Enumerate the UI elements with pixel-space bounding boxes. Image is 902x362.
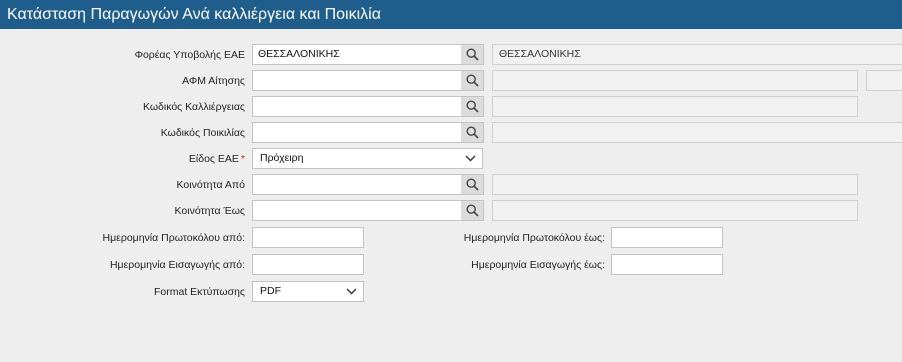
- community-from-label: Κοινότητα Από: [176, 179, 245, 191]
- search-icon: [465, 126, 479, 139]
- community-to-search-button[interactable]: [461, 200, 484, 221]
- applicant-afm-label: ΑΦΜ Αίτησης: [182, 75, 245, 87]
- community-to-label: Κοινότητα Έως: [174, 205, 245, 217]
- crop-code-label: Κωδικός Καλλιέργειας: [142, 101, 245, 113]
- submitting-body-input[interactable]: ΘΕΣΣΑΛΟΝΙΚΗΣ: [252, 44, 462, 65]
- eae-type-label: Είδος ΕΑΕ *: [188, 153, 245, 165]
- community-to-input[interactable]: [252, 200, 462, 221]
- community-from-input[interactable]: [252, 174, 462, 195]
- protocol-date-from-label: Ημερομηνία Πρωτοκόλου από:: [102, 232, 245, 244]
- community-from-description: [492, 174, 858, 195]
- search-icon: [465, 204, 479, 217]
- submitting-body-description: ΘΕΣΣΑΛΟΝΙΚΗΣ: [492, 44, 902, 65]
- entry-date-to-label: Ημερομηνία Εισαγωγής έως:: [471, 259, 605, 271]
- print-format-value: PDF: [260, 285, 281, 297]
- chevron-down-icon: [465, 155, 476, 162]
- applicant-afm-description: [492, 70, 858, 91]
- protocol-date-to-input[interactable]: [611, 227, 723, 248]
- submitting-body-search-button[interactable]: [461, 44, 484, 65]
- window-title: Κατάσταση Παραγωγών Ανά καλλιέργεια και …: [0, 0, 902, 29]
- applicant-afm-extra-field: [866, 70, 902, 91]
- chevron-down-icon: [346, 288, 357, 295]
- search-icon: [465, 178, 479, 191]
- search-icon: [465, 48, 479, 61]
- variety-code-description: [492, 122, 902, 143]
- eae-type-value: Πρόχειρη: [260, 152, 304, 164]
- eae-type-select[interactable]: Πρόχειρη: [252, 148, 483, 169]
- search-icon: [465, 100, 479, 113]
- search-icon: [465, 74, 479, 87]
- community-from-search-button[interactable]: [461, 174, 484, 195]
- crop-code-description: [492, 96, 858, 117]
- entry-date-to-input[interactable]: [611, 254, 723, 275]
- crop-code-input[interactable]: [252, 96, 462, 117]
- applicant-afm-input[interactable]: [252, 70, 462, 91]
- crop-code-search-button[interactable]: [461, 96, 484, 117]
- variety-code-input[interactable]: [252, 122, 462, 143]
- applicant-afm-search-button[interactable]: [461, 70, 484, 91]
- variety-code-label: Κωδικός Ποικιλίας: [160, 127, 245, 139]
- submitting-body-label: Φορέας Υποβολής ΕΑΕ: [134, 49, 245, 61]
- entry-date-from-label: Ημερομηνία Εισαγωγής από:: [109, 259, 245, 271]
- print-format-label: Format Εκτύπωσης: [154, 286, 245, 298]
- protocol-date-from-input[interactable]: [252, 227, 364, 248]
- required-marker: *: [240, 153, 245, 165]
- print-format-select[interactable]: PDF: [252, 281, 364, 302]
- entry-date-from-input[interactable]: [252, 254, 364, 275]
- protocol-date-to-label: Ημερομηνία Πρωτοκόλου έως:: [463, 232, 605, 244]
- community-to-description: [492, 200, 858, 221]
- variety-code-search-button[interactable]: [461, 122, 484, 143]
